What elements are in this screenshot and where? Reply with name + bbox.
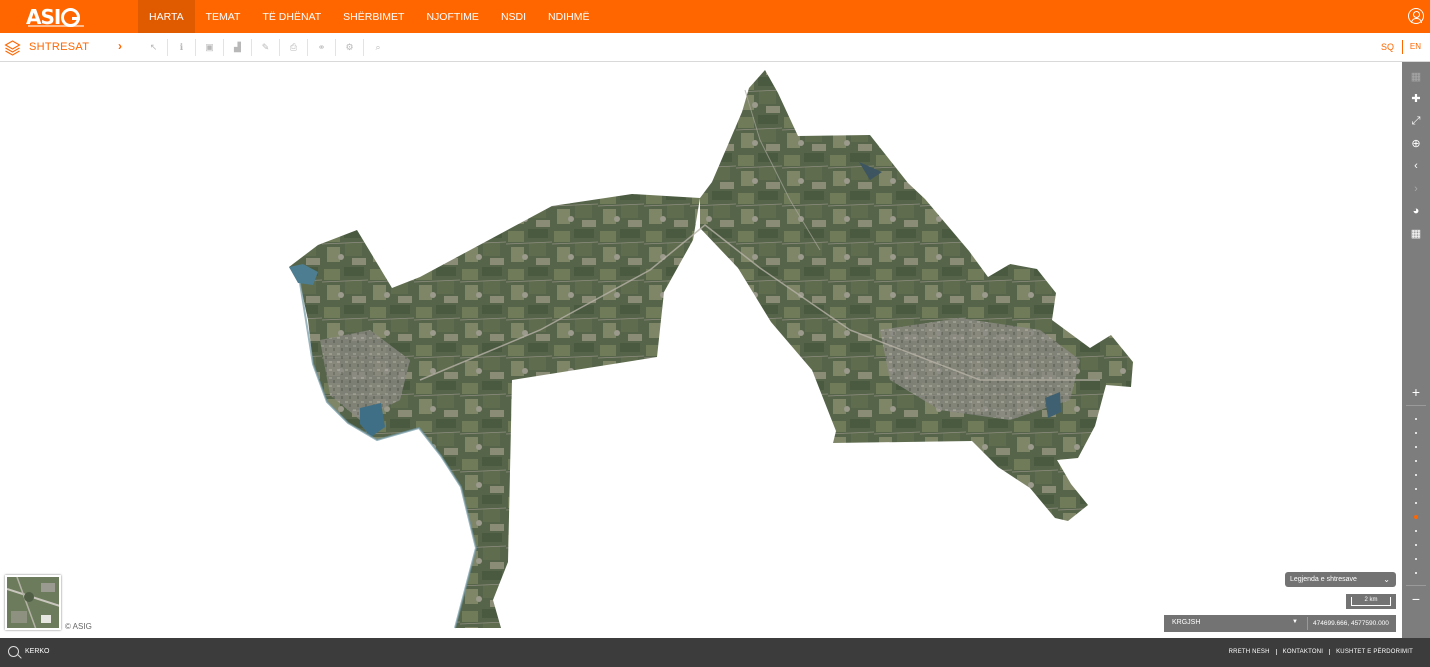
layers-expand-chevron-icon[interactable]: › (118, 39, 122, 53)
zoom-separator-top (1406, 405, 1426, 406)
top-navigation-bar: AS I HARTA TEMAT TË DHËNAT SHËRBIMET NJOFTIME… (0, 0, 1430, 33)
main-menu: HARTA TEMAT TË DHËNAT SHËRBIMET NJOFTIME NSDI… (138, 0, 600, 33)
fullscreen-icon[interactable]: ⤢ (1402, 111, 1430, 131)
coordinate-bar: KRGJSH ▼ 474699.666, 4577590.000 (1164, 615, 1396, 632)
nav-item-nsdi[interactable]: NSDI (490, 0, 537, 33)
link-tool-icon[interactable]: ⚭ (308, 39, 336, 56)
box-tool-icon[interactable]: ▣ (196, 39, 224, 56)
map-tools: ↖ ℹ ▣ ▟ ✎ ⎙ ⚭ ⚙ ⌕ (140, 39, 392, 56)
edit-tool-icon[interactable]: ✎ (252, 39, 280, 56)
info-tool-icon[interactable]: ℹ (168, 39, 196, 56)
zoom-level-dot[interactable] (1415, 502, 1417, 504)
search-icon[interactable] (8, 646, 19, 657)
map-toolbar: SHTRESAT › ↖ ℹ ▣ ▟ ✎ ⎙ ⚭ ⚙ ⌕ SQ EN (0, 33, 1430, 62)
search-tool-icon[interactable]: ⌕ (364, 39, 392, 56)
layer-legend-toggle[interactable]: Legjenda e shtresave ⌄ (1285, 572, 1396, 587)
nav-item-harta[interactable]: HARTA (138, 0, 195, 33)
basemap-grid-icon[interactable]: ▦ (1402, 224, 1430, 244)
search-input[interactable] (25, 648, 165, 655)
minimap-imagery (7, 577, 59, 628)
chevron-down-icon: ⌄ (1383, 575, 1390, 584)
legend-label: Legjenda e shtresave (1290, 576, 1357, 583)
crs-select-label[interactable]: KRGJSH (1172, 619, 1200, 626)
profile-tool-icon[interactable]: ▟ (224, 39, 252, 56)
full-extent-icon[interactable]: ✚ (1402, 89, 1430, 109)
previous-extent-icon[interactable]: ‹ (1402, 156, 1430, 176)
nav-item-temat[interactable]: TEMAT (195, 0, 252, 33)
zoom-level-dot[interactable] (1415, 558, 1417, 560)
print-tool-icon[interactable]: ⎙ (280, 39, 308, 56)
map-side-panel: ▦ ✚ ⤢ ⊕ ‹ › ◕ ▦ (1402, 62, 1430, 638)
nav-item-shërbimet[interactable]: SHËRBIMET (332, 0, 415, 33)
page-footer: RRETH NESHKONTAKTONIKUSHTET E PËRDORIMIT (0, 638, 1430, 667)
nav-item-të-dhënat[interactable]: TË DHËNAT (251, 0, 332, 33)
zoom-level-dot[interactable] (1415, 446, 1417, 448)
zoom-level-dot[interactable] (1415, 460, 1417, 462)
zoom-level-dot[interactable] (1415, 572, 1417, 574)
zoom-level-dot[interactable] (1415, 488, 1417, 490)
nav-item-njoftime[interactable]: NJOFTIME (415, 0, 490, 33)
language-en-link[interactable]: EN (1410, 42, 1421, 51)
satellite-imagery-municipality-area (289, 70, 1133, 629)
zoom-level-dot[interactable] (1415, 530, 1417, 532)
nav-item-ndihmë[interactable]: NDIHMË (537, 0, 600, 33)
layers-label[interactable]: SHTRESAT (29, 41, 89, 53)
zoom-level-dot[interactable] (1415, 544, 1417, 546)
map-scale-bar: 2 km (1346, 594, 1396, 609)
footer-link-kontaktoni[interactable]: KONTAKTONI (1275, 649, 1329, 655)
zoom-level-dot[interactable] (1415, 432, 1417, 434)
globe-icon[interactable]: ◕ (1402, 201, 1430, 221)
language-divider (1402, 40, 1403, 54)
grid-layer-icon[interactable]: ▦ (1402, 66, 1430, 86)
scale-label: 2 km (1351, 597, 1391, 606)
map-canvas[interactable] (0, 62, 1402, 638)
zoom-separator-bottom (1406, 585, 1426, 586)
coord-divider (1307, 617, 1308, 630)
zoom-out-button[interactable]: − (1402, 590, 1430, 608)
zoom-box-icon[interactable]: ⊕ (1402, 134, 1430, 154)
zoom-level-current[interactable] (1414, 515, 1418, 519)
language-sq-link[interactable]: SQ (1381, 42, 1394, 52)
layers-icon[interactable] (4, 39, 21, 56)
zoom-level-dot[interactable] (1415, 418, 1417, 420)
select-tool-icon[interactable]: ↖ (140, 39, 168, 56)
next-extent-icon[interactable]: › (1402, 179, 1430, 199)
user-icon[interactable] (1408, 8, 1424, 24)
logo-tagline (28, 25, 84, 27)
overview-minimap[interactable] (5, 575, 61, 630)
crs-dropdown-arrow-icon[interactable]: ▼ (1292, 619, 1298, 625)
copyright-text: © ASIG (65, 622, 92, 631)
footer-link-kushtet-e-përdorimit[interactable]: KUSHTET E PËRDORIMIT (1329, 649, 1419, 655)
logo-g-mark (61, 7, 81, 27)
settings-tool-icon[interactable]: ⚙ (336, 39, 364, 56)
zoom-in-button[interactable]: + (1402, 383, 1430, 401)
footer-links: RRETH NESH KONTAKTONI KUSHTET E PËRDORIMIT (1223, 649, 1419, 655)
footer-link-rreth-nesh[interactable]: RRETH NESH (1223, 649, 1276, 655)
cursor-coordinates: 474699.666, 4577590.000 (1313, 620, 1389, 627)
search-box[interactable] (8, 646, 165, 657)
zoom-level-dot[interactable] (1415, 474, 1417, 476)
